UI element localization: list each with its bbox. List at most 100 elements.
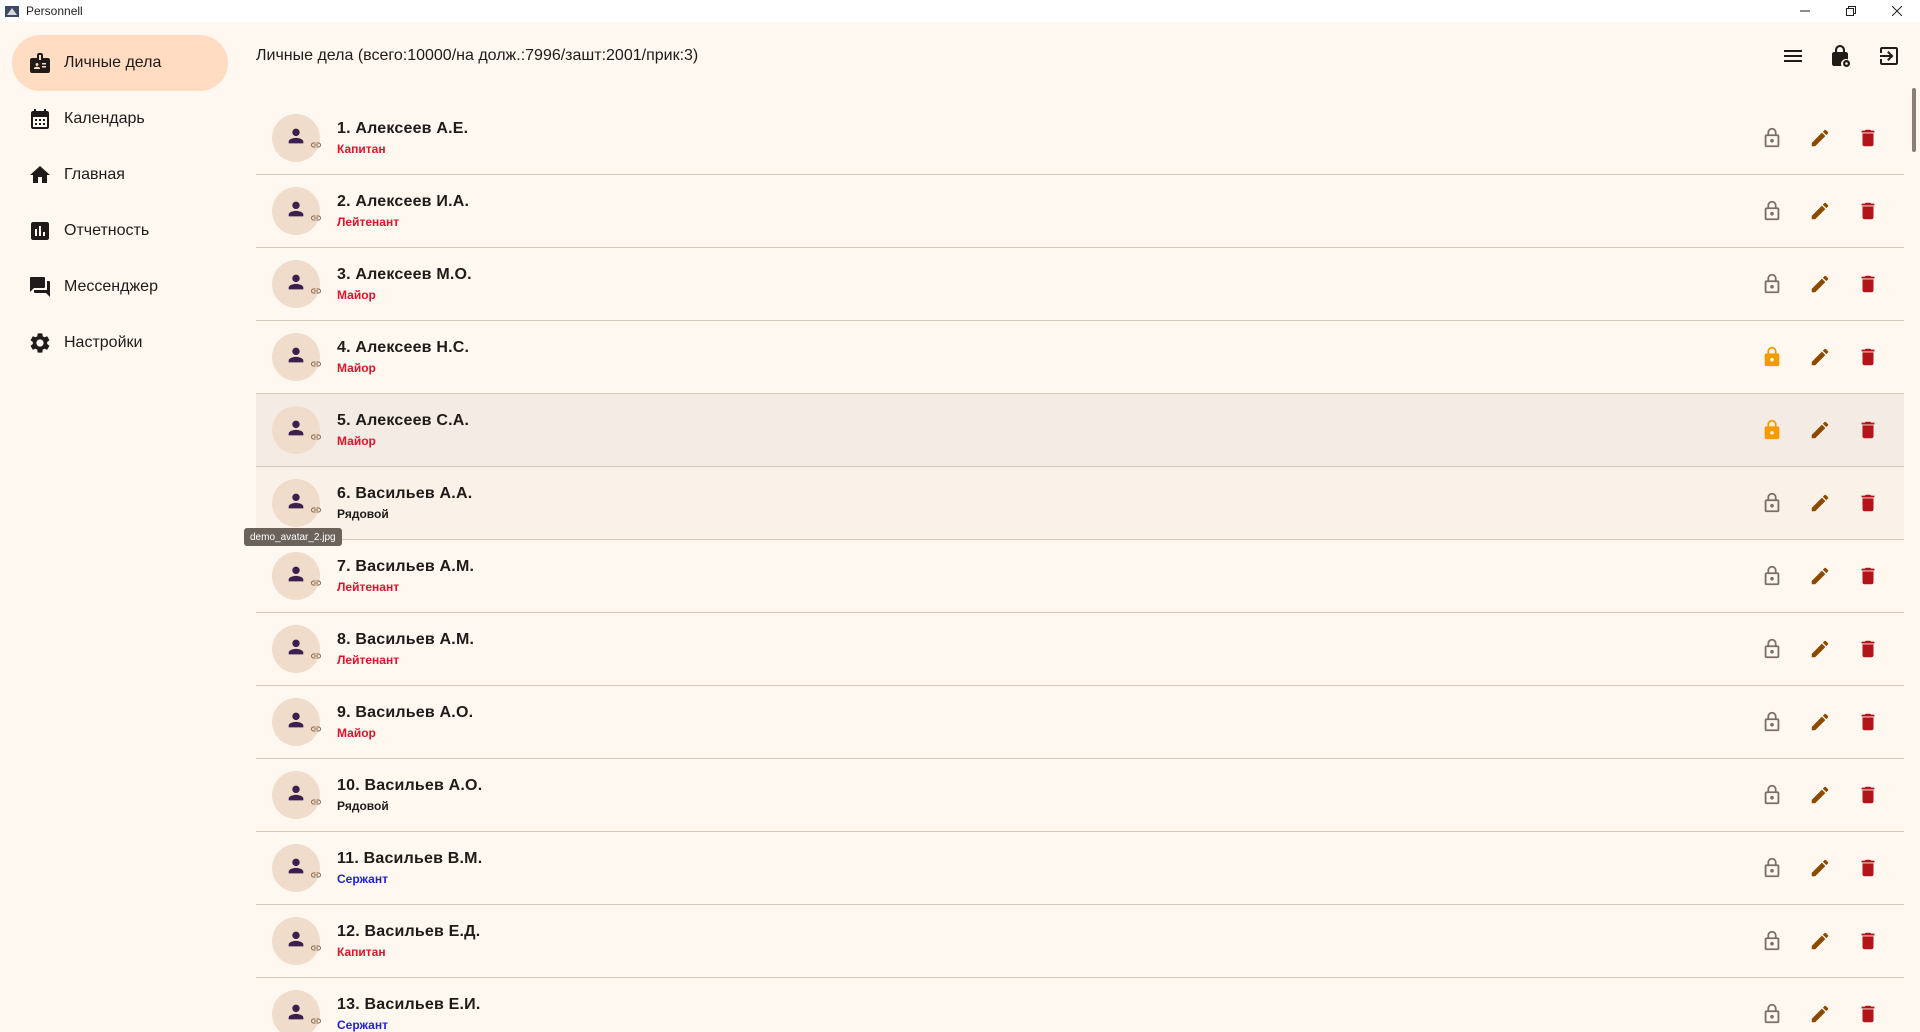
list-scrollbar[interactable] <box>1912 88 1916 152</box>
delete-icon[interactable] <box>1856 345 1880 369</box>
delete-icon[interactable] <box>1856 783 1880 807</box>
lock-open-icon[interactable] <box>1760 1002 1784 1026</box>
edit-icon[interactable] <box>1808 564 1832 588</box>
avatar[interactable] <box>272 333 321 381</box>
link-icon <box>310 211 322 229</box>
person-name: 7. Васильев А.М. <box>337 558 475 575</box>
person-name: 10. Васильев А.О. <box>337 777 483 794</box>
lock-open-icon[interactable] <box>1760 929 1784 953</box>
avatar[interactable] <box>272 844 321 892</box>
edit-icon[interactable] <box>1808 199 1832 223</box>
settings-icon <box>28 331 52 355</box>
delete-icon[interactable] <box>1856 564 1880 588</box>
list-item[interactable]: 11. Васильев В.М. Сержант <box>256 832 1904 905</box>
person-name: 6. Васильев А.А. <box>337 485 473 502</box>
row-actions <box>1760 248 1880 320</box>
lock-icon[interactable] <box>1760 418 1784 442</box>
sidebar-item-messenger[interactable]: Мессенджер <box>12 259 228 315</box>
edit-icon[interactable] <box>1808 856 1832 880</box>
avatar[interactable] <box>272 260 321 308</box>
close-button[interactable] <box>1874 0 1920 22</box>
sidebar-item-label: Настройки <box>64 334 143 351</box>
sidebar-item-label: Календарь <box>64 110 145 127</box>
lock-open-icon[interactable] <box>1760 272 1784 296</box>
list-item[interactable]: 4. Алексеев Н.С. Майор <box>256 321 1904 394</box>
lock-open-icon[interactable] <box>1760 710 1784 734</box>
list-item[interactable]: 2. Алексеев И.А. Лейтенант <box>256 175 1904 248</box>
delete-icon[interactable] <box>1856 418 1880 442</box>
menu-button[interactable] <box>1776 39 1810 73</box>
avatar[interactable] <box>272 552 322 600</box>
logout-button[interactable] <box>1872 39 1906 73</box>
lock-open-icon[interactable] <box>1760 564 1784 588</box>
avatar[interactable] <box>272 187 322 235</box>
list-item[interactable]: 1. Алексеев А.Е. Капитан <box>256 102 1904 175</box>
lock-settings-button[interactable] <box>1824 39 1858 73</box>
link-icon <box>310 138 322 156</box>
sidebar-item-home[interactable]: Главная <box>12 147 228 203</box>
delete-icon[interactable] <box>1856 710 1880 734</box>
avatar[interactable] <box>272 114 322 162</box>
link-icon <box>310 941 322 959</box>
avatar[interactable] <box>272 917 322 965</box>
edit-icon[interactable] <box>1808 272 1832 296</box>
minimize-button[interactable] <box>1782 0 1828 22</box>
list-item[interactable]: 8. Васильев А.М. Лейтенант <box>256 613 1904 686</box>
list-item[interactable]: 7. Васильев А.М. Лейтенант <box>256 540 1904 613</box>
lock-open-icon[interactable] <box>1760 199 1784 223</box>
row-actions <box>1760 175 1880 247</box>
sidebar-item-calendar[interactable]: Календарь <box>12 91 228 147</box>
lock-open-icon[interactable] <box>1760 856 1784 880</box>
person-name: 9. Васильев А.О. <box>337 704 474 721</box>
lock-open-icon[interactable] <box>1760 637 1784 661</box>
edit-icon[interactable] <box>1808 637 1832 661</box>
list-item[interactable]: 9. Васильев А.О. Майор <box>256 686 1904 759</box>
edit-icon[interactable] <box>1808 710 1832 734</box>
delete-icon[interactable] <box>1856 637 1880 661</box>
delete-icon[interactable] <box>1856 199 1880 223</box>
avatar[interactable] <box>272 698 321 746</box>
person-info: 12. Васильев Е.Д. Капитан <box>337 923 480 959</box>
link-icon <box>310 576 322 594</box>
list-item[interactable]: 13. Васильев Е.И. Сержант <box>256 978 1904 1032</box>
person-rank: Лейтенант <box>337 580 400 594</box>
lock-open-icon[interactable] <box>1760 126 1784 150</box>
lock-open-icon[interactable] <box>1760 491 1784 515</box>
lock-open-icon[interactable] <box>1760 783 1784 807</box>
delete-icon[interactable] <box>1856 491 1880 515</box>
avatar[interactable] <box>272 479 321 527</box>
edit-icon[interactable] <box>1808 126 1832 150</box>
edit-icon[interactable] <box>1808 1002 1832 1026</box>
avatar[interactable] <box>272 990 321 1032</box>
list-item[interactable]: 12. Васильев Е.Д. Капитан <box>256 905 1904 978</box>
row-actions <box>1760 759 1880 831</box>
restore-button[interactable] <box>1828 0 1874 22</box>
edit-icon[interactable] <box>1808 491 1832 515</box>
list-item[interactable]: 6. Васильев А.А. Рядовой <box>256 467 1904 540</box>
person-rank: Рядовой <box>337 507 389 521</box>
avatar[interactable] <box>272 771 321 819</box>
delete-icon[interactable] <box>1856 272 1880 296</box>
edit-icon[interactable] <box>1808 418 1832 442</box>
sidebar-item-reports[interactable]: Отчетность <box>12 203 228 259</box>
delete-icon[interactable] <box>1856 856 1880 880</box>
sidebar-item-settings[interactable]: Настройки <box>12 315 228 371</box>
edit-icon[interactable] <box>1808 345 1832 369</box>
lock-icon[interactable] <box>1760 345 1784 369</box>
list-item[interactable]: 10. Васильев А.О. Рядовой <box>256 759 1904 832</box>
delete-icon[interactable] <box>1856 929 1880 953</box>
avatar[interactable] <box>272 625 321 673</box>
person-icon <box>285 928 307 955</box>
person-info: 2. Алексеев И.А. Лейтенант <box>337 193 469 229</box>
delete-icon[interactable] <box>1856 126 1880 150</box>
sidebar-item-personnel-files[interactable]: Личные дела <box>12 35 228 91</box>
delete-icon[interactable] <box>1856 1002 1880 1026</box>
sidebar-item-label: Отчетность <box>64 222 150 239</box>
edit-icon[interactable] <box>1808 783 1832 807</box>
avatar[interactable] <box>272 406 321 454</box>
edit-icon[interactable] <box>1808 929 1832 953</box>
person-name: 3. Алексеев М.О. <box>337 266 472 283</box>
list-item[interactable]: 3. Алексеев М.О. Майор <box>256 248 1904 321</box>
list-item[interactable]: 5. Алексеев С.А. Майор <box>256 394 1904 467</box>
person-icon <box>285 782 307 809</box>
